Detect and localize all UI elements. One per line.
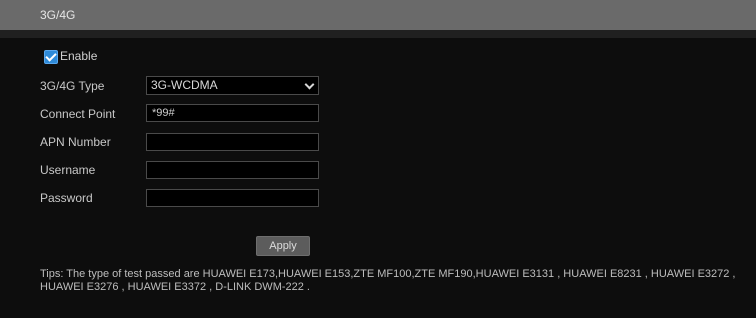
enable-label[interactable]: Enable	[60, 49, 97, 63]
header-divider	[0, 30, 756, 38]
type-select-value: 3G-WCDMA	[151, 78, 218, 92]
tips-text: Tips: The type of test passed are HUAWEI…	[40, 268, 736, 293]
section-title: 3G/4G	[40, 8, 76, 22]
connect-point-label: Connect Point	[40, 107, 116, 121]
apn-label: APN Number	[40, 135, 111, 149]
password-input[interactable]	[146, 189, 319, 207]
enable-checkbox-icon[interactable]	[44, 50, 58, 64]
apn-input[interactable]	[146, 133, 319, 151]
section-header: 3G/4G	[0, 0, 756, 30]
password-label: Password	[40, 191, 93, 205]
type-select[interactable]: 3G-WCDMA	[146, 76, 319, 95]
connect-point-input[interactable]: *99#	[146, 104, 319, 122]
chevron-down-icon[interactable]	[304, 79, 315, 90]
username-label: Username	[40, 163, 96, 177]
type-label: 3G/4G Type	[40, 79, 105, 93]
apply-button[interactable]: Apply	[256, 236, 310, 256]
username-input[interactable]	[146, 161, 319, 179]
